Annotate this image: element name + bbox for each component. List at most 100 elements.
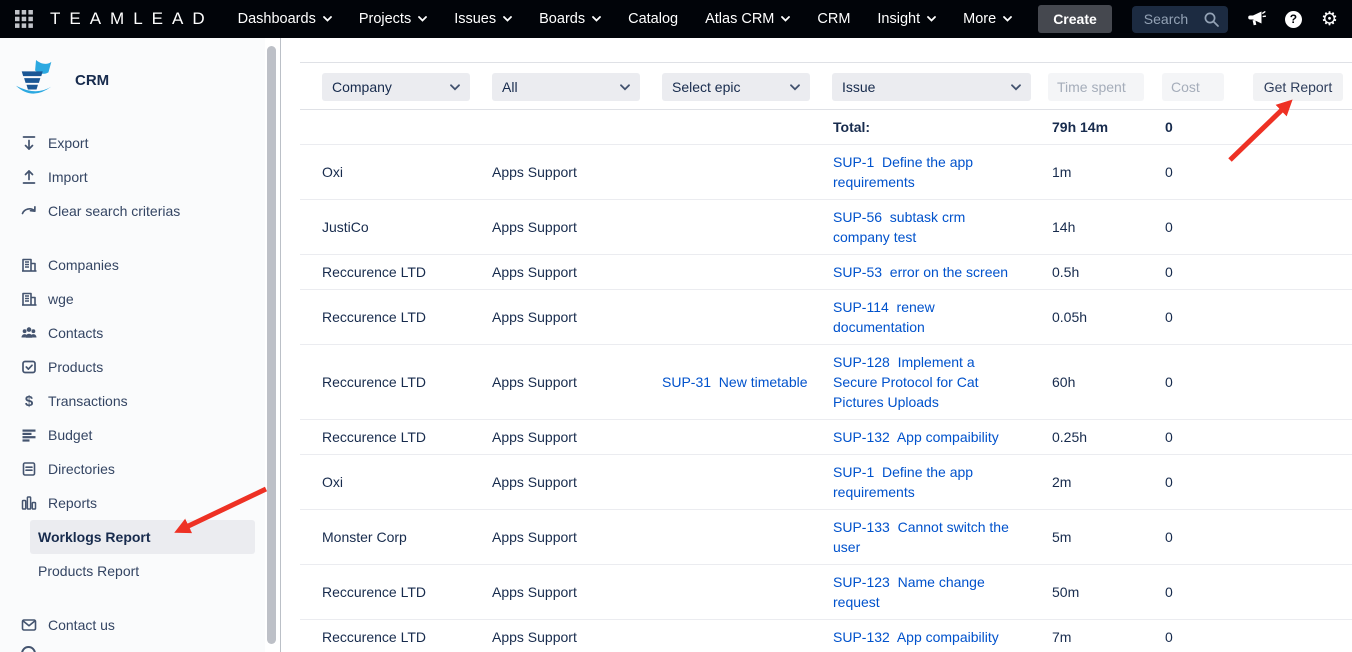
sidebar-item-contacts[interactable]: Contacts <box>0 316 265 350</box>
cost-input[interactable] <box>1162 73 1224 101</box>
table-row: Reccurence LTD Apps Support SUP-114 rene… <box>300 290 1352 345</box>
cell-time-spent: 5m <box>1052 510 1165 565</box>
sidebar-scrollbar <box>265 38 281 652</box>
cell-company: Oxi <box>300 145 492 200</box>
cell-company: Reccurence LTD <box>300 290 492 345</box>
cell-company: Monster Corp <box>300 510 492 565</box>
sidebar-sections-group: Companies wge Contacts Products $ Transa… <box>0 248 265 588</box>
sidebar-item-wge[interactable]: wge <box>0 282 265 316</box>
issue-link[interactable]: SUP-132 App compaibility <box>833 629 999 645</box>
import-icon <box>20 168 38 186</box>
clipped-circle-icon <box>21 646 36 652</box>
cell-company: Reccurence LTD <box>300 345 492 420</box>
sidebar-item-directories[interactable]: Directories <box>0 452 265 486</box>
issue-filter-select[interactable]: Issue <box>832 73 1031 101</box>
cell-cost: 0 <box>1165 255 1352 290</box>
app-switcher-grid-icon[interactable] <box>14 6 34 32</box>
cell-time-spent: 0.5h <box>1052 255 1165 290</box>
create-button[interactable]: Create <box>1038 5 1112 33</box>
sidebar-app-title: CRM <box>75 72 109 89</box>
issue-link[interactable]: SUP-56 subtask crm company test <box>833 209 969 245</box>
menu-crm[interactable]: CRM <box>817 11 850 27</box>
menu-insight[interactable]: Insight <box>877 11 936 27</box>
cell-company: Reccurence LTD <box>300 255 492 290</box>
menu-dashboards[interactable]: Dashboards <box>238 11 332 27</box>
sidebar-item-budget[interactable]: Budget <box>0 418 265 452</box>
issue-link[interactable]: SUP-132 App compaibility <box>833 429 999 445</box>
chevron-down-icon <box>790 84 800 91</box>
table-row: Oxi Apps Support SUP-1 Define the app re… <box>300 455 1352 510</box>
table-row: Reccurence LTD Apps Support SUP-123 Name… <box>300 565 1352 620</box>
chevron-down-icon <box>781 16 790 22</box>
help-icon[interactable]: ? <box>1285 11 1302 28</box>
table-row: Monster Corp Apps Support SUP-133 Cannot… <box>300 510 1352 565</box>
chevron-down-icon <box>1011 84 1021 91</box>
menu-atlas-crm[interactable]: Atlas CRM <box>705 11 790 27</box>
sidebar-scrollbar-thumb[interactable] <box>267 46 276 644</box>
settings-gear-icon[interactable]: ⚙ <box>1321 10 1338 29</box>
issue-link[interactable]: SUP-128 Implement a Secure Protocol for … <box>833 354 982 410</box>
table-row: Oxi Apps Support SUP-1 Define the app re… <box>300 145 1352 200</box>
cell-company: Reccurence LTD <box>300 420 492 455</box>
cell-cost: 0 <box>1165 565 1352 620</box>
menu-more[interactable]: More <box>963 11 1012 27</box>
cell-company: Reccurence LTD <box>300 565 492 620</box>
company-filter-select[interactable]: Company <box>322 73 470 101</box>
crm-sidebar: CRM Export Import Clear search criterias… <box>0 38 265 652</box>
epic-filter-select[interactable]: Select epic <box>662 73 810 101</box>
cell-cost: 0 <box>1165 290 1352 345</box>
sidebar-item-products[interactable]: Products <box>0 350 265 384</box>
sidebar-item-worklogs-report[interactable]: Worklogs Report <box>30 520 255 554</box>
table-row: JustiCo Apps Support SUP-56 subtask crm … <box>300 200 1352 255</box>
issue-link[interactable]: SUP-53 error on the screen <box>833 264 1008 280</box>
chevron-down-icon <box>592 16 601 22</box>
menu-boards[interactable]: Boards <box>539 11 601 27</box>
cell-time-spent: 0.25h <box>1052 420 1165 455</box>
sidebar-item-products-report[interactable]: Products Report <box>30 554 255 588</box>
cell-cost: 0 <box>1165 420 1352 455</box>
global-search <box>1132 6 1228 33</box>
menu-projects[interactable]: Projects <box>359 11 427 27</box>
directories-icon <box>20 460 38 478</box>
time-spent-input[interactable] <box>1048 73 1144 101</box>
top-navigation-bar: TEAMLEAD Dashboards Projects Issues Boar… <box>0 0 1352 38</box>
cell-cost: 0 <box>1165 620 1352 652</box>
sidebar-item-companies[interactable]: Companies <box>0 248 265 282</box>
issue-link[interactable]: SUP-114 renew documentation <box>833 299 939 335</box>
table-row: Reccurence LTD Apps Support SUP-31 New t… <box>300 345 1352 420</box>
cell-cost: 0 <box>1165 345 1352 420</box>
sidebar-item-export[interactable]: Export <box>0 126 265 160</box>
announcement-icon[interactable] <box>1246 9 1266 29</box>
report-filter-bar: Company All Select epic Issue Get Report <box>300 62 1352 110</box>
menu-issues[interactable]: Issues <box>454 11 512 27</box>
cell-project: Apps Support <box>492 620 662 652</box>
get-report-button[interactable]: Get Report <box>1253 73 1343 101</box>
sidebar-item-transactions[interactable]: $ Transactions <box>0 384 265 418</box>
cell-company: Oxi <box>300 455 492 510</box>
crm-logo-row: CRM <box>14 58 265 102</box>
clear-criteria-arrow-icon <box>20 202 38 220</box>
cell-cost: 0 <box>1165 200 1352 255</box>
project-filter-select[interactable]: All <box>492 73 640 101</box>
issue-link[interactable]: SUP-1 Define the app requirements <box>833 154 977 190</box>
issue-link[interactable]: SUP-133 Cannot switch the user <box>833 519 1013 555</box>
cell-company: Reccurence LTD <box>300 620 492 652</box>
sidebar-item-clear-search-criterias[interactable]: Clear search criterias <box>0 194 265 228</box>
menu-catalog[interactable]: Catalog <box>628 11 678 27</box>
total-time-spent: 79h 14m <box>1052 110 1165 145</box>
reports-bar-chart-icon <box>20 494 38 512</box>
chevron-down-icon <box>1003 16 1012 22</box>
epic-link[interactable]: SUP-31 New timetable <box>662 374 808 390</box>
table-row: Reccurence LTD Apps Support SUP-132 App … <box>300 620 1352 652</box>
sidebar-item-import[interactable]: Import <box>0 160 265 194</box>
sidebar-item-reports[interactable]: Reports <box>0 486 265 520</box>
transactions-dollar-icon: $ <box>20 392 38 410</box>
export-icon <box>20 134 38 152</box>
chevron-down-icon <box>418 16 427 22</box>
issue-link[interactable]: SUP-1 Define the app requirements <box>833 464 977 500</box>
cell-project: Apps Support <box>492 200 662 255</box>
sidebar-item-contact-us[interactable]: Contact us <box>0 608 265 642</box>
issue-link[interactable]: SUP-123 Name change request <box>833 574 989 610</box>
budget-icon <box>20 426 38 444</box>
cell-project: Apps Support <box>492 420 662 455</box>
